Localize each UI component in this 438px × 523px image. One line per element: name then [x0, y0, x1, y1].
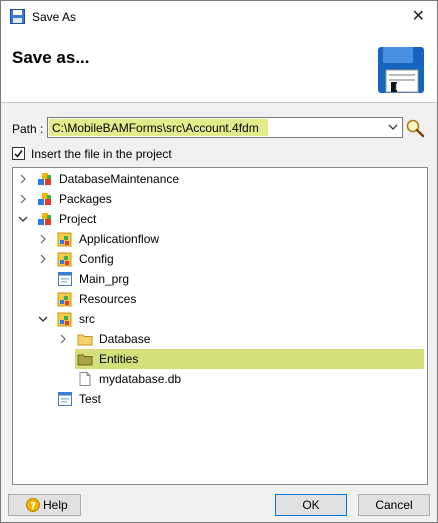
tree-item-label: Main_prg: [79, 272, 130, 286]
window-title: Save As: [32, 10, 77, 24]
tree-item-database[interactable]: Database: [13, 329, 427, 349]
dialog-footer: ? Help OK Cancel: [1, 485, 437, 522]
chevron-down-icon[interactable]: [388, 121, 398, 133]
cancel-button[interactable]: Cancel: [358, 494, 430, 516]
tree-item-mydatabase-db[interactable]: mydatabase.db: [13, 369, 427, 389]
tree-item-project[interactable]: Project: [13, 209, 427, 229]
tree-item-label: Config: [79, 252, 114, 266]
insert-checkbox-label[interactable]: Insert the file in the project: [31, 147, 172, 161]
tree-item-src[interactable]: src: [13, 309, 427, 329]
chevron-down-icon[interactable]: [38, 313, 48, 325]
tree-item-main-prg[interactable]: Main_prg: [13, 269, 427, 289]
help-button-label: Help: [43, 498, 68, 512]
folder-blocks-icon: [57, 292, 72, 307]
tree-item-label: Test: [79, 392, 102, 406]
tree-item-label: Resources: [79, 292, 137, 306]
chevron-right-icon[interactable]: [38, 253, 48, 265]
folder-blocks-icon: [57, 232, 72, 247]
program-file-icon: [58, 392, 72, 406]
tree-item-packages[interactable]: Packages: [13, 189, 427, 209]
tree-item-databasemaintenance[interactable]: DatabaseMaintenance: [13, 169, 427, 189]
chevron-right-icon[interactable]: [18, 173, 28, 185]
program-file-icon: [58, 272, 72, 286]
help-icon: ?: [26, 498, 40, 512]
path-value[interactable]: C:\MobileBAMForms\src\Account.4fdm: [52, 121, 259, 135]
tree-item-applicationflow[interactable]: Applicationflow: [13, 229, 427, 249]
help-button[interactable]: ? Help: [8, 494, 81, 516]
header-band: Save as... I: [1, 32, 437, 102]
page-title: Save as...: [12, 48, 90, 67]
tree-item-config[interactable]: Config: [13, 249, 427, 269]
folder-blocks-icon: [57, 252, 72, 267]
project-blocks-icon: [38, 173, 51, 185]
chevron-right-icon[interactable]: [58, 333, 68, 345]
header-divider: [1, 102, 437, 103]
folder-icon: [77, 354, 93, 366]
chevron-right-icon[interactable]: [38, 233, 48, 245]
tree-item-label: src: [79, 312, 95, 326]
tree-item-label: Project: [59, 212, 97, 226]
tree-item-resources[interactable]: Resources: [13, 289, 427, 309]
checkmark-icon: [14, 150, 23, 158]
close-button[interactable]: ✕: [412, 6, 425, 26]
svg-text:?: ?: [30, 501, 36, 512]
ok-button[interactable]: OK: [275, 494, 347, 516]
file-icon: [79, 372, 91, 386]
tree-item-label: Packages: [59, 192, 112, 206]
search-icon[interactable]: [405, 118, 425, 138]
tree-item-label: Database: [99, 332, 151, 346]
floppy-disk-icon: [10, 9, 25, 24]
floppy-disk-icon: I: [378, 47, 424, 93]
tree-item-label: Entities: [99, 352, 139, 366]
project-blocks-icon: [38, 193, 51, 205]
title-bar: Save As ✕: [1, 1, 437, 32]
path-label: Path :: [12, 122, 44, 136]
project-tree[interactable]: DatabaseMaintenance Packages Project App…: [12, 167, 428, 485]
tree-item-label: DatabaseMaintenance: [59, 172, 180, 186]
folder-icon: [77, 334, 93, 346]
tree-item-label: Applicationflow: [79, 232, 160, 246]
chevron-right-icon[interactable]: [18, 193, 28, 205]
tree-item-test[interactable]: Test: [13, 389, 427, 409]
path-combobox[interactable]: C:\MobileBAMForms\src\Account.4fdm: [47, 117, 403, 138]
folder-blocks-icon: [57, 312, 72, 327]
save-as-dialog: Save As ✕ Save as... I Path : C:\MobileB…: [0, 0, 438, 523]
project-blocks-icon: [38, 213, 51, 225]
insert-checkbox[interactable]: [12, 147, 25, 160]
svg-text:I: I: [395, 83, 398, 93]
tree-item-entities[interactable]: Entities: [13, 349, 427, 369]
chevron-down-icon[interactable]: [18, 213, 28, 225]
tree-item-label: mydatabase.db: [99, 372, 182, 386]
